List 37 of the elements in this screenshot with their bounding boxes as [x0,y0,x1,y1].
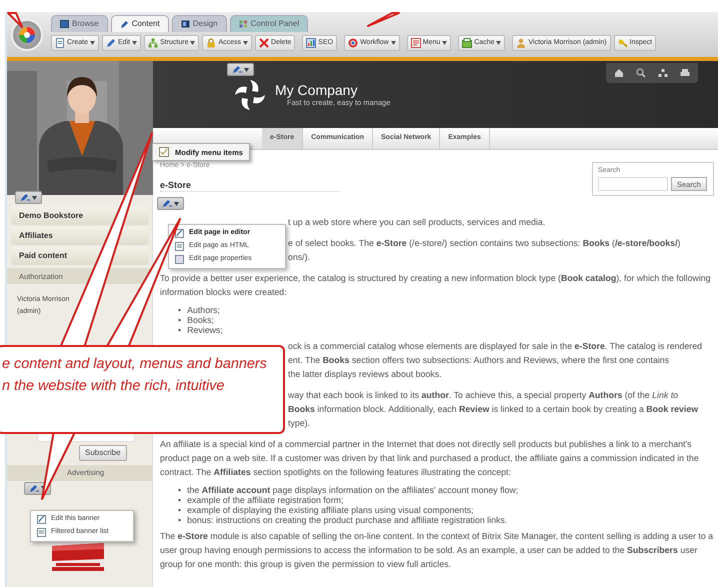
paragraph: To provide a better user experience, the catalog is structured by creating a new information block type (Book catalog), for which the following information blocks were created: [160,272,712,300]
bullet: • [178,515,182,526]
panel-tab[interactable]: Browse [51,15,108,32]
list-item: example of the affiliate registration form; [187,495,344,506]
paragraph-line: the latter displays reviews about books. [288,368,443,382]
bullet: • [178,505,182,516]
list-item: Books; [187,315,214,326]
paragraph-line: ent. The Books section offers two subsections: Authors and Reviews, where the first one contains [288,354,670,368]
list-item: Reviews; [187,325,223,336]
paragraph-line: t up a web store where you can sell products, services and media. [288,216,546,230]
paragraph-line: type). [288,417,312,430]
paragraph: An affiliate is a special kind of a commercial partner in the Internet that does not directly sell products but publishes a link to a merchant's product page on a web site. If a customer was driven by that link and purchased a product, the affiliate gains a commission indicated in the contract. The Affiliates section spotlights on the following features illustrating the concept: [160,438,700,480]
panel-tab[interactable]: Content [110,15,169,32]
paragraph-line: e of select books. The e-Store (/e-store/) section contains two subsections: Books (/e-store/books/) [288,237,682,250]
bullet: • [178,485,182,496]
paragraph-line: way that each book is linked to its author. To achieve this, a special property Authors (of the Link to [288,389,680,402]
panel-tab[interactable]: Design [172,15,227,32]
page-title: e-Store [160,180,340,192]
menu-item[interactable]: Demo Bookstore [11,207,149,225]
paragraph-line: ock is a commercial catalog whose elements are displayed for sale in the e-Store. The catalog is rendered [288,340,703,354]
paragraph: The e-Store module is also capable of selling the on-line content. In the context of Bitrix Site Manager, the content selling is adding a user to a user group having enough permissions to access the information to be sold. As an example, a user can be added to the Subscribers user group for one month: this group is given the permission to view full articles. [160,530,714,572]
menu-item[interactable]: Affiliates [11,227,149,245]
site-name: My Company [275,82,358,98]
list-item: Authors; [187,305,220,316]
bullet: • [178,305,182,316]
paragraph-line: Books information block. Additionally, each Review is linked to a certain book by creating a Book review [288,403,700,416]
bullet: • [178,315,182,326]
callout-text: n the website with the rich, intuitive [2,378,226,396]
subscribe-button[interactable]: Subscribe [79,445,127,461]
panel-tab[interactable]: Control Panel [230,15,308,32]
bullet: • [178,325,182,336]
list-item: bonus: instructions on creating the product purchase and affiliate registration links. [187,515,508,526]
list-item: the Affiliate account page displays information on the affiliates' account money flow; [187,485,518,496]
paragraph-line: ons/). [288,251,312,264]
list-item: example of displaying the existing affiliate plans using visual components; [187,505,474,516]
callout-text: e content and layout, menus and banners [2,356,268,374]
bullet: • [178,495,182,506]
